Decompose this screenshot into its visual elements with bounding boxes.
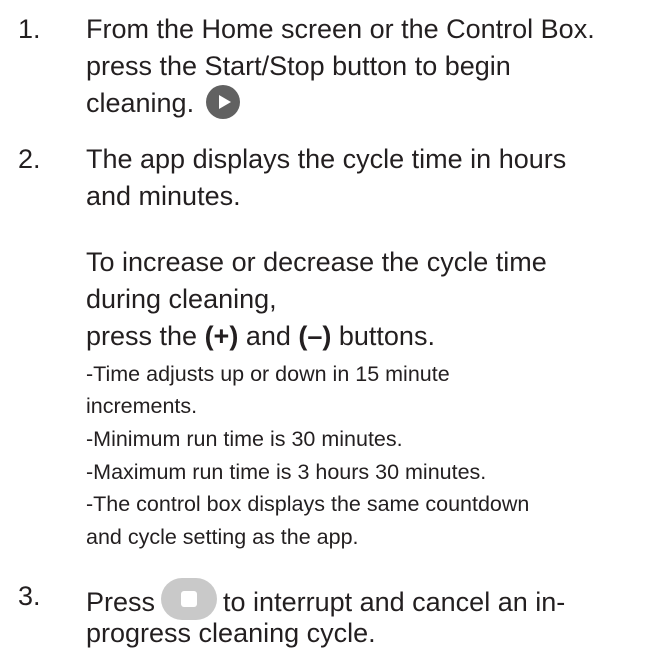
step-2-buttons-line: press the (+) and (–) buttons.	[86, 318, 435, 355]
step-2-detail-line-2: during cleaning,	[86, 284, 277, 314]
minus-symbol: (–)	[298, 321, 332, 351]
step-1-line-2: press the Start/Stop button to begin	[86, 51, 511, 81]
note-line-6: and cycle setting as the app.	[86, 525, 359, 549]
step-2-line-1: The app displays the cycle time in hours	[86, 144, 567, 174]
step-1-line-1: From the Home screen or the Control Box.	[86, 14, 595, 44]
note-line-3: -Minimum run time is 30 minutes.	[86, 427, 403, 451]
note-line-4: -Maximum run time is 3 hours 30 minutes.	[86, 460, 487, 484]
press-prefix: press the	[86, 321, 205, 351]
step-3-prefix: Press	[86, 587, 156, 617]
note-line-2: increments.	[86, 394, 198, 418]
step-2-line-2: and minutes.	[86, 181, 241, 211]
step-3-line-2: progress cleaning cycle.	[86, 618, 376, 648]
step-2-detail-line-1: To increase or decrease the cycle time	[86, 247, 547, 277]
step-number-3: 3.	[18, 581, 41, 611]
buttons-suffix: buttons.	[331, 321, 435, 351]
and-word: and	[238, 321, 299, 351]
step-1-line-3: cleaning.	[86, 85, 240, 122]
plus-symbol: (+)	[204, 321, 239, 351]
step-number-1: 1.	[18, 14, 41, 44]
note-line-5: -The control box displays the same count…	[86, 492, 530, 516]
step-number-2: 2.	[18, 144, 41, 174]
note-line-1: -Time adjusts up or down in 15 minute	[86, 362, 450, 386]
step-1-line-3-text: cleaning.	[86, 88, 195, 118]
play-button-icon	[205, 85, 240, 119]
step-3-suffix: to interrupt and cancel an in-	[223, 587, 566, 617]
stop-button-icon	[161, 578, 218, 620]
